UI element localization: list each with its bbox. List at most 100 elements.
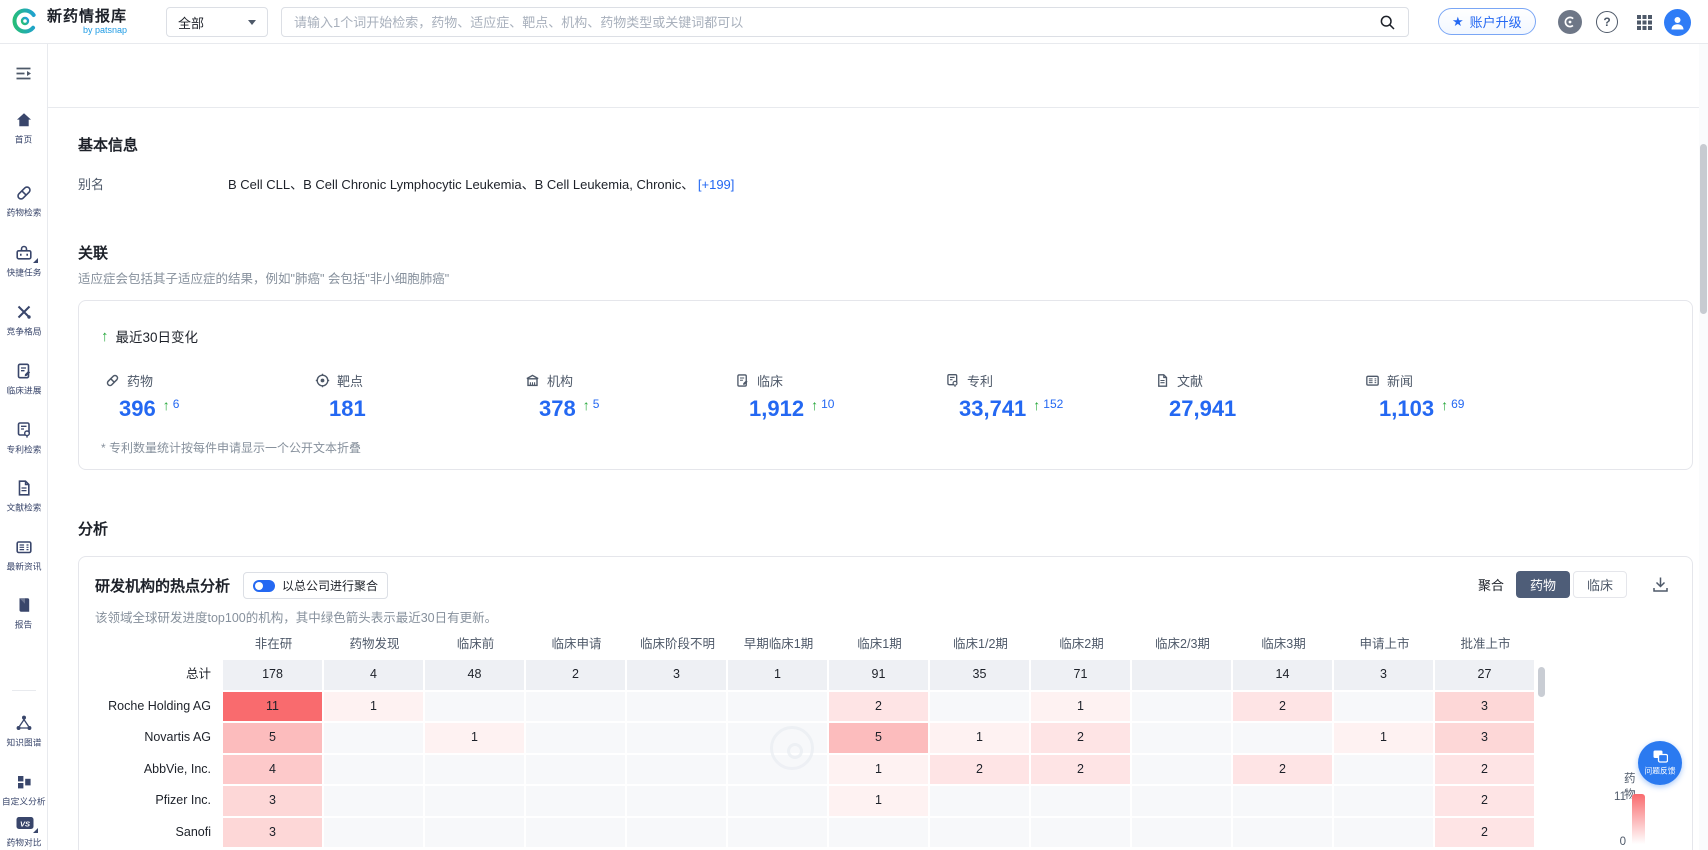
aggregate-by-parent-toggle[interactable]: 以总公司进行聚合 — [243, 572, 388, 599]
heatmap-cell[interactable]: 3 — [627, 660, 726, 690]
heatmap-cell — [324, 755, 423, 785]
heatmap-row-label[interactable]: AbbVie, Inc. — [95, 755, 223, 785]
heatmap-cell[interactable]: 4 — [223, 755, 322, 785]
stat-label: 临床 — [757, 371, 783, 390]
heatmap-column-header: 临床3期 — [1233, 631, 1334, 657]
heatmap-row-label[interactable]: Novartis AG — [95, 723, 223, 753]
stat-新闻[interactable]: 新闻1,103↑69 — [1365, 371, 1575, 421]
heatmap-cell[interactable]: 3 — [1435, 692, 1534, 722]
heatmap-cell[interactable]: 2 — [1435, 786, 1534, 816]
upgrade-button[interactable]: ★ 账户升级 — [1438, 8, 1536, 35]
alias-more-link[interactable]: [+199] — [698, 177, 735, 192]
heatmap-cell[interactable]: 5 — [829, 723, 928, 753]
heatmap-cell[interactable]: 4 — [324, 660, 423, 690]
heatmap-row-label[interactable]: Pfizer Inc. — [95, 786, 223, 816]
heatmap-cell[interactable]: 2 — [526, 660, 625, 690]
svg-text:VS: VS — [20, 820, 30, 829]
heatmap-cell[interactable]: 2 — [1233, 692, 1332, 722]
sidebar-item-12[interactable]: VS 药物对比 — [0, 814, 48, 849]
heatmap-row: Novartis AG5151213 — [95, 723, 1536, 753]
heatmap-cell[interactable]: 2 — [1233, 755, 1332, 785]
search-input[interactable] — [294, 15, 1379, 30]
sidebar-item-6[interactable]: 专利检索 — [0, 421, 48, 456]
heatmap-cell[interactable]: 1 — [728, 660, 827, 690]
stat-label: 专利 — [967, 371, 993, 390]
heatmap-cell[interactable]: 3 — [1435, 723, 1534, 753]
heatmap-cell[interactable]: 27 — [1435, 660, 1534, 690]
apps-grid-icon[interactable] — [1632, 10, 1656, 34]
search-icon[interactable] — [1379, 14, 1396, 31]
stat-value: 378 — [539, 397, 576, 421]
heatmap-cell[interactable]: 1 — [829, 755, 928, 785]
heatmap-cell — [829, 818, 928, 848]
sidebar-item-7[interactable]: 文献检索 — [0, 479, 48, 514]
stat-药物[interactable]: 药物396↑6 — [105, 371, 315, 421]
segment-button-药物[interactable]: 药物 — [1516, 571, 1570, 598]
heatmap-cell[interactable]: 3 — [223, 786, 322, 816]
heatmap-cell[interactable]: 48 — [425, 660, 524, 690]
heatmap-cell[interactable]: 178 — [223, 660, 322, 690]
heatmap-cell[interactable]: 5 — [223, 723, 322, 753]
heatmap-cell[interactable]: 3 — [1334, 660, 1433, 690]
heatmap-cell[interactable]: 1 — [324, 692, 423, 722]
window-scrollbar-thumb[interactable] — [1700, 144, 1707, 314]
heatmap-cell[interactable]: 3 — [223, 818, 322, 848]
heatmap-cell[interactable]: 2 — [930, 755, 1029, 785]
stat-value: 1,103 — [1379, 397, 1434, 421]
help-icon[interactable]: ? — [1596, 11, 1618, 33]
sidebar-item-2[interactable]: 药物检索 — [0, 184, 48, 219]
stat-专利[interactable]: 专利33,741↑152 — [945, 371, 1155, 421]
heatmap-cell — [1334, 818, 1433, 848]
stat-value: 1,912 — [749, 397, 804, 421]
heatmap-cell[interactable]: 2 — [1435, 755, 1534, 785]
heatmap-cell[interactable]: 2 — [1031, 723, 1130, 753]
stat-value: 27,941 — [1169, 397, 1236, 421]
sidebar-item-1[interactable]: 首页 — [0, 111, 48, 146]
heatmap-cell[interactable]: 2 — [1031, 755, 1130, 785]
heatmap-cell[interactable]: 2 — [1435, 818, 1534, 848]
heatmap-cell[interactable]: 2 — [829, 692, 928, 722]
heatmap-cell[interactable]: 1 — [1334, 723, 1433, 753]
heatmap-cell[interactable]: 35 — [930, 660, 1029, 690]
patsnap-icon[interactable] — [1558, 10, 1582, 34]
sidebar-item-10[interactable]: 知识图谱 — [0, 714, 48, 749]
heatmap-cell[interactable]: 14 — [1233, 660, 1332, 690]
heatmap-cell[interactable]: 91 — [829, 660, 928, 690]
heatmap-row-label[interactable]: Sanofi — [95, 818, 223, 848]
feedback-button[interactable]: 问题反馈 — [1638, 741, 1682, 785]
heatmap-cell — [324, 723, 423, 753]
window-scrollbar[interactable] — [1699, 44, 1708, 850]
collapse-sidebar-icon[interactable] — [14, 64, 33, 83]
sidebar-item-3[interactable]: 快捷任务 — [0, 244, 48, 279]
stat-靶点[interactable]: 靶点181 — [315, 371, 525, 421]
search-scope-select[interactable]: 全部 — [166, 7, 268, 37]
table-scrollbar-thumb[interactable] — [1538, 667, 1545, 697]
heatmap-cell[interactable]: 11 — [223, 692, 322, 722]
heatmap-cell[interactable]: 1 — [829, 786, 928, 816]
heatmap-cell[interactable]: 1 — [425, 723, 524, 753]
sidebar-item-9[interactable]: 报告 — [0, 596, 48, 631]
stat-label: 药物 — [127, 371, 153, 390]
heatmap-cell[interactable]: 71 — [1031, 660, 1130, 690]
download-icon[interactable] — [1651, 575, 1670, 594]
avatar-icon[interactable] — [1664, 9, 1691, 36]
sidebar-item-label: 报告 — [15, 618, 32, 631]
heatmap-column-header: 临床1期 — [829, 631, 930, 657]
sidebar-item-5[interactable]: 临床进展 — [0, 362, 48, 397]
sidebar-item-8[interactable]: 最新资讯 — [0, 538, 48, 573]
news-icon — [15, 538, 33, 556]
stat-delta: 69 — [1451, 397, 1464, 412]
stat-label: 文献 — [1177, 371, 1203, 390]
stat-文献[interactable]: 文献 27,941 — [1155, 371, 1365, 421]
sidebar-item-11[interactable]: 自定义分析 — [0, 773, 48, 808]
stat-临床[interactable]: 临床1,912↑10 — [735, 371, 945, 421]
heatmap-cell[interactable]: 1 — [930, 723, 1029, 753]
heatmap-row-label[interactable]: Roche Holding AG — [95, 692, 223, 722]
heatmap-cell[interactable]: 1 — [1031, 692, 1130, 722]
app-logo[interactable]: 新药情报库 by patsnap — [10, 6, 127, 36]
sidebar-item-4[interactable]: 竞争格局 — [0, 303, 48, 338]
segment-button-临床[interactable]: 临床 — [1573, 571, 1627, 598]
stat-机构[interactable]: 机构378↑5 — [525, 371, 735, 421]
sidebar-item-label: 药物对比 — [7, 836, 42, 849]
search-box — [281, 7, 1409, 37]
